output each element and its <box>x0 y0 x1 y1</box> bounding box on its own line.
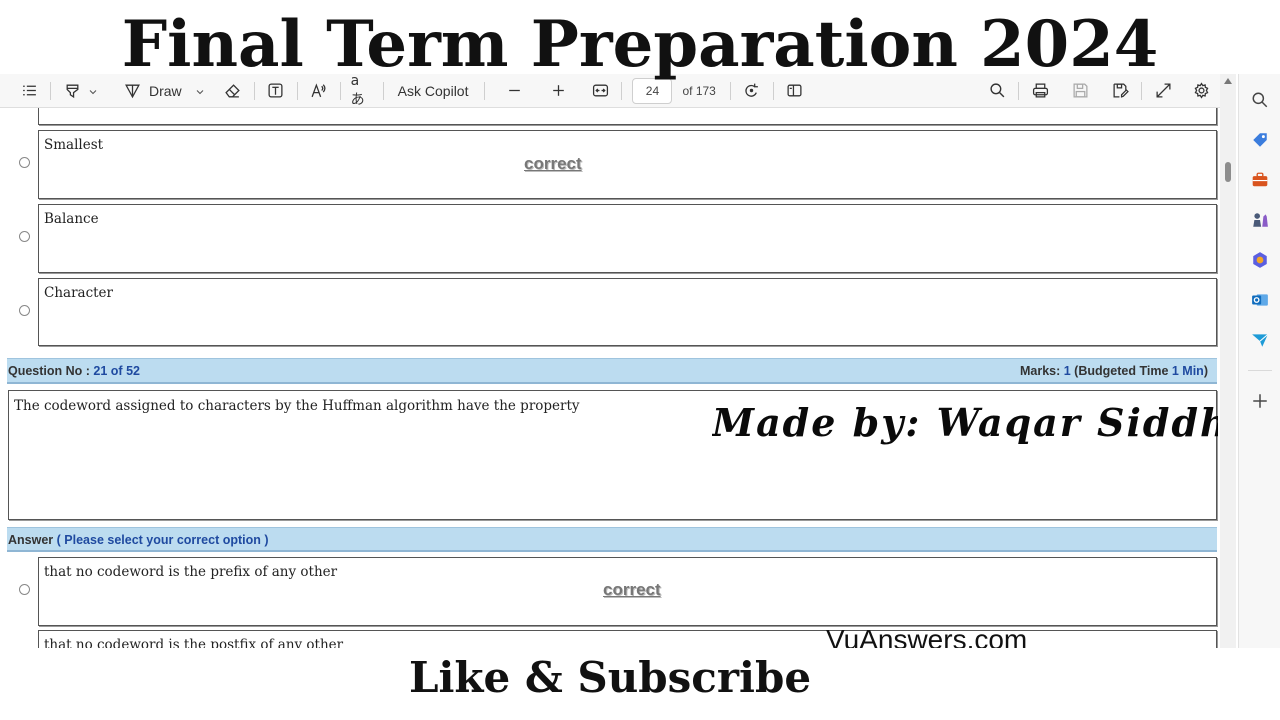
sidebar-shopping-button[interactable] <box>1246 126 1274 154</box>
option-box: that no codeword is the postfix of any o… <box>38 630 1217 648</box>
author-watermark: Made by: Waqar Siddhu <box>712 400 1218 445</box>
option-radio[interactable] <box>19 231 30 242</box>
option-row: Smallest correct <box>0 130 1220 200</box>
chevron-down-icon <box>194 85 206 97</box>
site-watermark: VuAnswers.com <box>826 624 1028 648</box>
overlay-title: Final Term Preparation 2024 <box>121 7 1159 82</box>
option-row-partial <box>0 108 1220 126</box>
toolbar-divider <box>621 81 623 100</box>
toolbar-divider <box>253 81 255 100</box>
tag-icon <box>1252 133 1267 147</box>
sidebar-copilot-button[interactable] <box>1246 246 1274 274</box>
option-box: Balance <box>38 204 1217 273</box>
toolbar-divider <box>382 81 384 100</box>
toolbar-divider <box>296 81 298 100</box>
briefcase-icon <box>1252 172 1267 187</box>
draw-label: Draw <box>149 82 182 99</box>
option-row: that no codeword is the postfix of any o… <box>0 630 1220 648</box>
sidebar-games-button[interactable] <box>1246 206 1274 234</box>
chess-icon <box>1252 213 1268 227</box>
question-text: The codeword assigned to characters by t… <box>14 398 580 414</box>
document-scrollbar[interactable] <box>1220 74 1236 648</box>
correct-marker: correct <box>603 580 661 599</box>
option-text: that no codeword is the postfix of any o… <box>44 637 344 648</box>
ask-copilot-label: Ask Copilot <box>397 82 469 99</box>
question-header-bar: Question No : 21 of 52 Marks: 1 (Budgete… <box>7 358 1217 384</box>
toolbar-divider <box>772 81 774 100</box>
overlay-footer: Like & Subscribe <box>0 648 1220 720</box>
option-row: that no codeword is the prefix of any ot… <box>0 557 1220 627</box>
sidebar-tools-button[interactable] <box>1246 166 1274 194</box>
option-box: Character <box>38 278 1217 346</box>
page-total: of 173 <box>682 83 716 98</box>
sidebar-search-button[interactable] <box>1246 86 1274 114</box>
toolbar-divider <box>1141 81 1142 100</box>
pdf-page: Smallest correct Balance Character Quest… <box>0 108 1220 648</box>
answer-label: Answer ( Please select your correct opti… <box>8 533 269 547</box>
option-row: Balance <box>0 204 1220 274</box>
toolbar-divider <box>50 81 51 100</box>
option-text: Balance <box>44 211 99 227</box>
scroll-thumb[interactable] <box>1225 162 1231 182</box>
send-icon <box>1251 333 1268 347</box>
option-text: Smallest <box>44 137 104 153</box>
question-number: Question No : 21 of 52 <box>8 364 140 378</box>
option-radio[interactable] <box>19 584 30 595</box>
copilot-icon <box>1252 252 1267 268</box>
option-row: Character <box>0 278 1220 348</box>
option-box <box>38 108 1217 125</box>
toolbar-divider <box>729 81 731 100</box>
option-radio[interactable] <box>19 305 30 316</box>
option-text: that no codeword is the prefix of any ot… <box>44 564 338 580</box>
chevron-down-icon <box>87 85 99 97</box>
add-icon <box>1252 394 1267 408</box>
toolbar-divider <box>1018 81 1019 100</box>
option-radio[interactable] <box>19 157 30 168</box>
option-box: that no codeword is the prefix of any ot… <box>38 557 1217 626</box>
outlook-icon <box>1251 294 1268 306</box>
sidebar-add-button[interactable] <box>1246 387 1274 415</box>
answer-header-bar: Answer ( Please select your correct opti… <box>7 527 1217 552</box>
sidebar-send-button[interactable] <box>1246 326 1274 354</box>
correct-marker: correct <box>524 154 582 173</box>
sidebar-outlook-button[interactable] <box>1246 286 1274 314</box>
sidebar-divider <box>1247 370 1272 371</box>
toolbar-divider <box>484 81 486 100</box>
option-box: Smallest correct <box>38 130 1217 199</box>
option-text: Character <box>44 285 114 301</box>
search-icon <box>1252 92 1267 108</box>
toolbar-divider <box>339 81 341 100</box>
browser-sidebar <box>1238 74 1280 648</box>
question-marks: Marks: 1 (Budgeted Time 1 Min) <box>1019 364 1208 378</box>
